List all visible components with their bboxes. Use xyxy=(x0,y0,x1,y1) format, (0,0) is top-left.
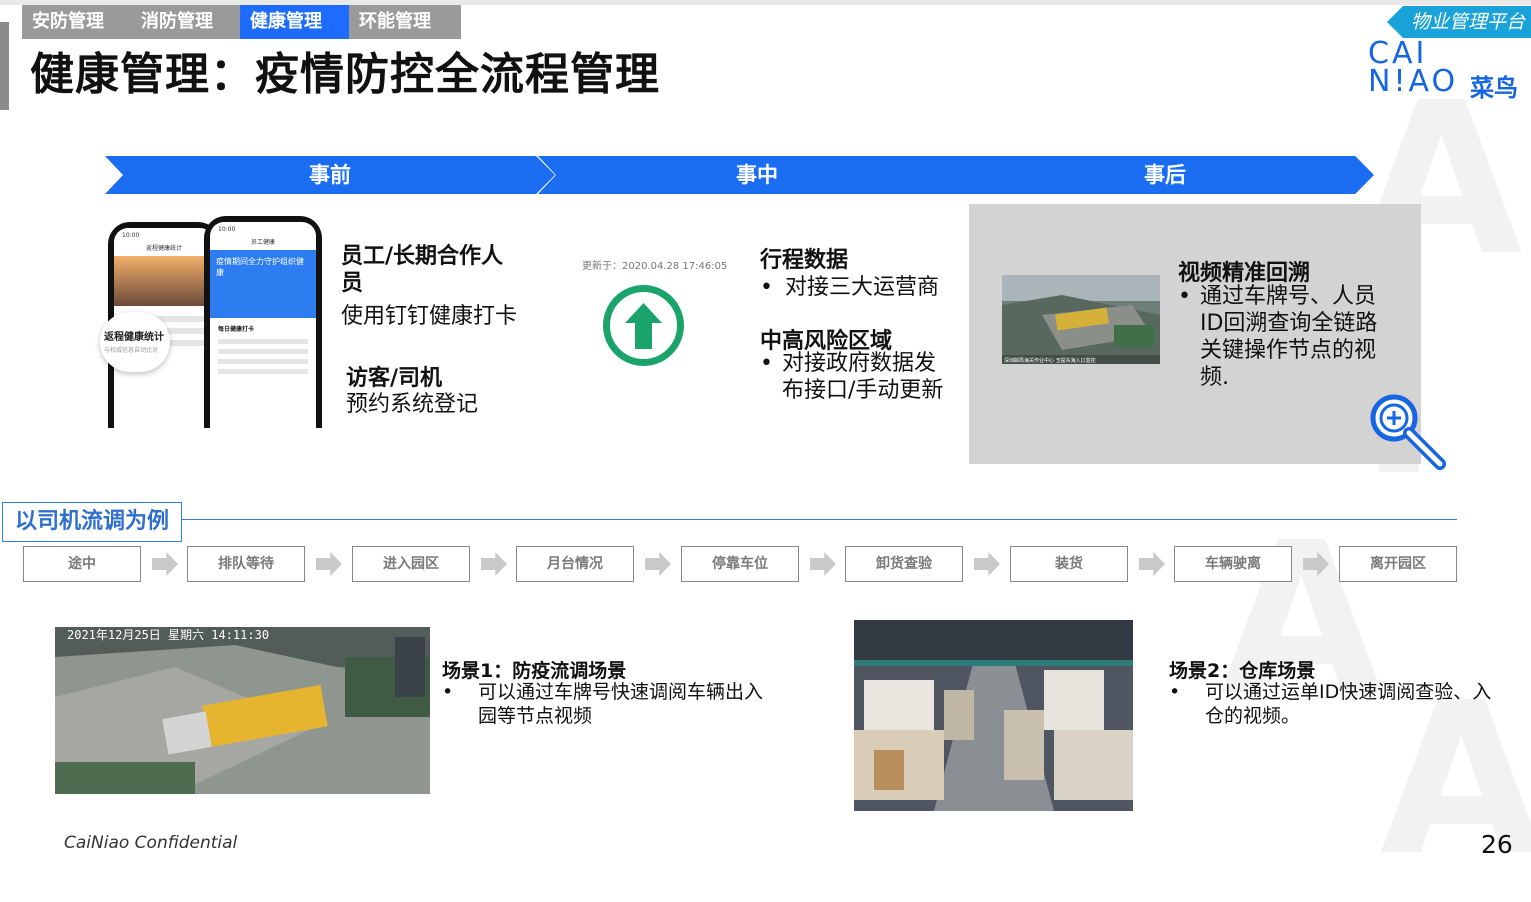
flow-step-enter-park: 进入园区 xyxy=(352,546,470,582)
flow-step-en-route: 途中 xyxy=(23,546,141,582)
section-divider xyxy=(180,519,1457,520)
flow-arrow-icon xyxy=(1139,552,1165,576)
stage-during: 事中 xyxy=(538,156,976,194)
video-trace-bullet-text: 通过车牌号、人员ID回溯查询全链路关键操作节点的视频. xyxy=(1200,284,1378,390)
phone-back-time: 10:00 xyxy=(122,232,140,239)
flow-step-queue: 排队等待 xyxy=(187,546,305,582)
tab-health[interactable]: 健康管理 xyxy=(240,5,352,39)
scene1-title: 场景1：防疫流调场景 xyxy=(442,660,627,682)
tab-security[interactable]: 安防管理 xyxy=(22,5,134,39)
phone-front-header: 员工健康 xyxy=(250,239,275,246)
flow-arrow-icon xyxy=(645,552,671,576)
stage-after: 事后 xyxy=(956,156,1374,194)
phone-section-title: 每日健康打卡 xyxy=(218,326,255,333)
scene1-timestamp: 2021年12月25日 星期六 14:11:30 xyxy=(67,628,270,642)
magnifier-search-icon xyxy=(1370,394,1446,470)
phone-back-header: 返程健康统计 xyxy=(145,245,182,252)
phone-banner-text: 疫情期间全力守护组织健康 xyxy=(216,257,304,277)
tab-fire[interactable]: 消防管理 xyxy=(131,5,243,39)
platform-badge: 物业管理平台 xyxy=(1386,6,1531,38)
trip-data-bullet-text: 对接三大运营商 xyxy=(784,275,939,300)
flow-arrow-icon xyxy=(974,552,1000,576)
flow-arrow-icon xyxy=(316,552,342,576)
flow-arrow-icon xyxy=(481,552,507,576)
update-time: 更新于：2020.04.28 17:46:05 xyxy=(582,261,728,272)
phone-front-time: 10:00 xyxy=(218,226,236,233)
video-trace-bullet: • 通过车牌号、人员ID回溯查询全链路关键操作节点的视频. xyxy=(1178,283,1390,391)
stage-before: 事前 xyxy=(105,156,555,194)
scene2-bullet-text: 可以通过运单ID快速调阅查验、入仓的视频。 xyxy=(1205,681,1492,727)
scene2-bullet: • 可以通过运单ID快速调阅查验、入仓的视频。 xyxy=(1169,680,1499,728)
employee-title: 员工/长期合作人员 xyxy=(341,244,504,296)
risk-area-bullet: • 对接政府数据发布接口/手动更新 xyxy=(760,350,955,404)
stage-during-label: 事中 xyxy=(736,163,778,187)
scene2-title: 场景2：仓库场景 xyxy=(1169,660,1316,682)
flow-arrow-icon xyxy=(152,552,178,576)
flow-step-vehicle-leave: 车辆驶离 xyxy=(1174,546,1292,582)
left-accent-bar xyxy=(0,22,9,110)
health-card-sub: 与权威信息自动比对 xyxy=(104,347,159,354)
logo-line2: N!AO xyxy=(1368,64,1459,99)
page-number: 26 xyxy=(1481,830,1513,859)
scene1-bullet: • 可以通过车牌号快速调阅车辆出入园等节点视频 xyxy=(442,680,777,728)
stage-after-label: 事后 xyxy=(1144,163,1186,187)
flow-arrow-icon xyxy=(810,552,836,576)
employee-text: 使用钉钉健康打卡 xyxy=(341,304,518,329)
flow-step-loading: 装货 xyxy=(1010,546,1128,582)
health-card: 返程健康统计 与权威信息自动比对 xyxy=(100,312,170,372)
stage-before-label: 事前 xyxy=(309,163,351,187)
cctv-caption: 深圳邮局海关作业中心 玉提东海入口监控 xyxy=(1004,358,1096,364)
cctv-thumbnail: 深圳邮局海关作业中心 玉提东海入口监控 xyxy=(1002,275,1160,364)
flow-step-leave-park: 离开园区 xyxy=(1339,546,1457,582)
flow-step-platform: 月台情况 xyxy=(516,546,634,582)
cainiao-logo: CAI N!AO xyxy=(1368,39,1459,99)
flow-step-parking: 停靠车位 xyxy=(681,546,799,582)
scene2-warehouse-photo xyxy=(854,620,1133,811)
travel-photo xyxy=(114,256,214,306)
footer-confidential: CaiNiao Confidential xyxy=(64,833,238,853)
phone-front: 10:00 员工健康 疫情期间全力守护组织健康 每日健康打卡 xyxy=(204,216,322,428)
health-card-title: 返程健康统计 xyxy=(104,332,164,343)
green-up-arrow-icon xyxy=(603,285,684,366)
scene1-bullet-text: 可以通过车牌号快速调阅车辆出入园等节点视频 xyxy=(478,681,764,727)
visitor-text: 预约系统登记 xyxy=(346,392,479,417)
flow-step-unload-check: 卸货查验 xyxy=(845,546,963,582)
trip-data-bullet: • 对接三大运营商 xyxy=(760,275,939,300)
logo-cn: 菜鸟 xyxy=(1470,74,1518,102)
page-title: 健康管理：疫情防控全流程管理 xyxy=(30,49,660,100)
phone-banner: 疫情期间全力守护组织健康 xyxy=(210,250,316,318)
example-label: 以司机流调为例 xyxy=(2,502,182,542)
risk-area-bullet-text: 对接政府数据发布接口/手动更新 xyxy=(782,351,944,403)
scene1-cctv-photo: 2021年12月25日 星期六 14:11:30 xyxy=(55,627,430,794)
tab-energy[interactable]: 环能管理 xyxy=(349,5,461,39)
